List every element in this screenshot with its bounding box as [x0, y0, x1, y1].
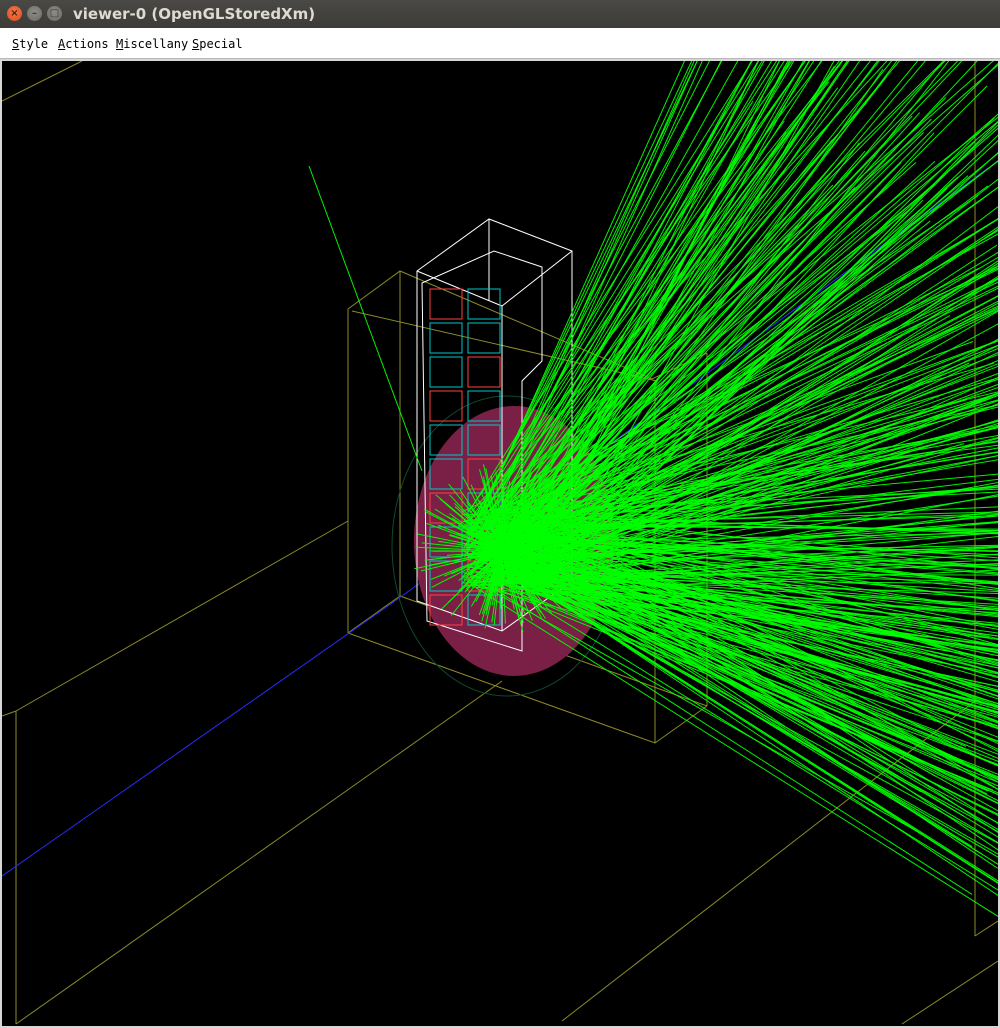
crystal-cell	[467, 356, 501, 388]
menu-miscellany[interactable]: Miscellany	[116, 37, 188, 51]
menu-special[interactable]: Special	[192, 37, 243, 51]
world-edge	[974, 920, 998, 937]
viewer-window: × – □ viewer-0 (OpenGLStoredXm) Style Ac…	[0, 0, 1000, 1028]
menu-bar: Style Actions Miscellany Special	[0, 28, 1000, 59]
crystal-cell	[467, 322, 501, 354]
world-edge	[2, 61, 83, 102]
world-edge	[15, 680, 503, 1025]
menu-miscellany-label: iscellany	[123, 37, 189, 51]
world-edge	[15, 520, 349, 712]
box-edge	[351, 310, 658, 382]
scene-canvas[interactable]	[2, 61, 998, 1026]
close-icon[interactable]: ×	[7, 6, 22, 21]
menu-special-label: pecial	[199, 37, 243, 51]
tower-edge	[501, 250, 573, 307]
menu-style[interactable]: Style	[12, 37, 48, 51]
world-edge	[901, 960, 998, 1025]
trajectory-line	[308, 165, 423, 472]
window-title: viewer-0 (OpenGLStoredXm)	[73, 5, 316, 23]
title-bar[interactable]: × – □ viewer-0 (OpenGLStoredXm)	[0, 0, 1000, 28]
beam-axis-segment	[2, 595, 403, 877]
crystal-cell	[429, 390, 463, 422]
menu-style-label: tyle	[19, 37, 49, 51]
maximize-icon[interactable]: □	[47, 6, 62, 21]
opengl-viewport[interactable]	[2, 61, 998, 1026]
minimize-icon[interactable]: –	[27, 6, 42, 21]
crystal-cell	[429, 288, 463, 320]
menu-actions-label: ctions	[65, 37, 109, 51]
box-edge	[347, 595, 401, 634]
menu-actions[interactable]: Actions	[58, 37, 109, 51]
crystal-cell	[429, 322, 463, 354]
world-edge	[2, 710, 17, 717]
crystal-cell	[429, 356, 463, 388]
particle-trajectories	[308, 61, 998, 917]
